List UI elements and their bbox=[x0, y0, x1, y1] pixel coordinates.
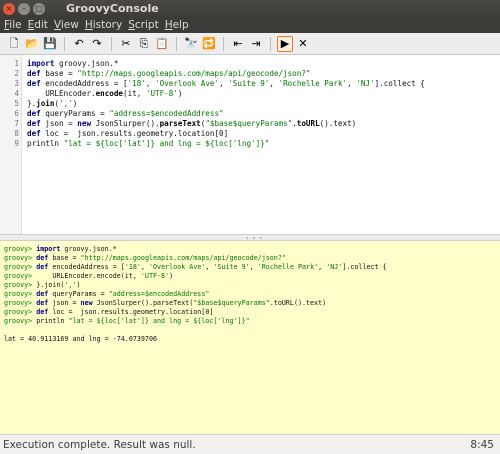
menu-script[interactable]: Script bbox=[128, 18, 158, 33]
line-number: 2 bbox=[14, 69, 19, 78]
undo-icon[interactable]: ↶ bbox=[71, 36, 87, 52]
line-number: 3 bbox=[14, 79, 19, 88]
redo-icon[interactable]: ↷ bbox=[89, 36, 105, 52]
output-line: groovy> def encodedAddress = ['18', 'Ove… bbox=[4, 263, 387, 271]
line-number: 5 bbox=[14, 99, 19, 108]
line-number: 4 bbox=[14, 89, 19, 98]
menu-history[interactable]: History bbox=[85, 18, 122, 33]
cut-icon[interactable]: ✂ bbox=[118, 36, 134, 52]
new-file-icon[interactable]: 🗋 bbox=[6, 36, 22, 52]
previous-history-icon[interactable]: ⇤ bbox=[230, 36, 246, 52]
code-text: def loc = json.results.geometry.location… bbox=[27, 129, 229, 138]
code-text: def base = "http://maps.googleapis.com/m… bbox=[27, 69, 311, 78]
code-text: def json = new JsonSlurper().parseText("… bbox=[27, 119, 357, 128]
output-line: groovy> def queryParams = "address=$enco… bbox=[4, 290, 210, 298]
open-folder-icon[interactable]: 📂 bbox=[24, 36, 40, 52]
minimize-window-button[interactable]: – bbox=[18, 3, 30, 15]
line-number: 6 bbox=[14, 109, 19, 118]
run-script-icon[interactable]: ▶ bbox=[277, 35, 293, 52]
next-history-icon[interactable]: ⇥ bbox=[248, 36, 264, 52]
line-number: 8 bbox=[14, 129, 19, 138]
close-window-button[interactable]: × bbox=[3, 3, 15, 15]
code-text: def encodedAddress = ['18', 'Overlook Av… bbox=[27, 79, 425, 88]
output-line: groovy> def base = "http://maps.googleap… bbox=[4, 254, 286, 262]
script-editor[interactable]: 1 import groovy.json.* 2 def base = "http:/… bbox=[0, 55, 500, 235]
code-text: }.join(',') bbox=[27, 99, 78, 108]
line-number: 7 bbox=[14, 119, 19, 128]
output-line: groovy> println "lat = ${loc['lat']} and… bbox=[4, 317, 250, 325]
output-line: groovy> def loc = json.results.geometry.… bbox=[4, 308, 214, 316]
menu-view[interactable]: View bbox=[54, 18, 79, 33]
paste-icon[interactable]: 📋 bbox=[154, 36, 170, 52]
interrupt-script-icon[interactable]: ✕ bbox=[295, 36, 311, 52]
menu-file[interactable]: File bbox=[4, 18, 22, 33]
output-line: groovy> import groovy.json.* bbox=[4, 245, 117, 253]
output-line: lat = 40.9113169 and lng = -74.0739706 bbox=[4, 335, 157, 343]
replace-icon[interactable]: 🔁 bbox=[201, 36, 217, 52]
caret-position: 8:45 bbox=[470, 439, 494, 451]
output-line: groovy> def json = new JsonSlurper().par… bbox=[4, 299, 327, 307]
code-text: println "lat = ${loc['lat']} and lng = $… bbox=[27, 139, 270, 148]
code-text: import groovy.json.* bbox=[27, 59, 119, 68]
code-text: URLEncoder.encode(it, 'UTF-8') bbox=[27, 89, 183, 98]
line-number: 1 bbox=[14, 59, 19, 68]
toolbar-separator bbox=[223, 36, 224, 51]
menu-bar: File Edit View History Script Help bbox=[0, 18, 500, 33]
copy-icon[interactable]: ⎘ bbox=[136, 36, 152, 52]
toolbar-separator bbox=[64, 36, 65, 51]
line-number: 9 bbox=[14, 139, 19, 148]
toolbar-separator bbox=[111, 36, 112, 51]
menu-edit[interactable]: Edit bbox=[28, 18, 48, 33]
output-pane[interactable]: groovy> import groovy.json.* groovy> def … bbox=[0, 241, 500, 434]
maximize-window-button[interactable]: □ bbox=[33, 3, 45, 15]
code-text: def queryParams = "address=$encodedAddre… bbox=[27, 109, 224, 118]
window-controls: × – □ bbox=[3, 3, 45, 15]
menu-help[interactable]: Help bbox=[165, 18, 189, 33]
toolbar-separator bbox=[270, 36, 271, 51]
window-title: GroovyConsole bbox=[66, 2, 159, 15]
save-icon[interactable]: 💾 bbox=[42, 36, 58, 52]
toolbar: 🗋 📂 💾 ↶ ↷ ✂ ⎘ 📋 🔭 🔁 ⇤ ⇥ ▶ ✕ bbox=[0, 33, 500, 55]
toolbar-separator bbox=[176, 36, 177, 51]
output-line: groovy> }.join(',') bbox=[4, 281, 81, 289]
find-icon[interactable]: 🔭 bbox=[183, 36, 199, 52]
title-bar: × – □ GroovyConsole bbox=[0, 0, 500, 18]
status-bar: Execution complete. Result was null. 8:4… bbox=[0, 434, 500, 454]
output-line: groovy> URLEncoder.encode(it, 'UTF-8') bbox=[4, 272, 174, 280]
status-message: Execution complete. Result was null. bbox=[3, 439, 196, 451]
